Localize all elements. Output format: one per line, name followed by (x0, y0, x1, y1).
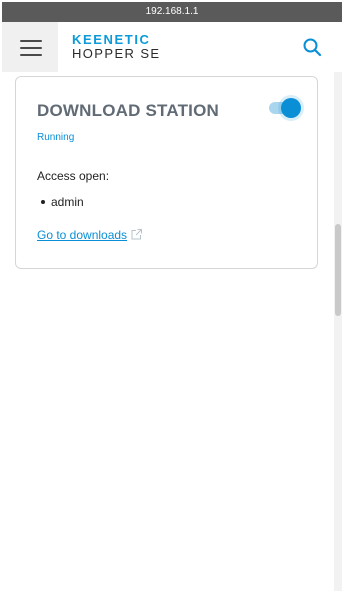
toggle-knob (281, 98, 301, 118)
logo-brand: KEENETIC (72, 32, 151, 47)
app-frame: 192.168.1.1 KEENETIC HOPPER SE DOWNLOAD … (2, 2, 342, 591)
external-link-icon[interactable] (130, 228, 143, 246)
list-item: admin (37, 195, 84, 209)
app-header: KEENETIC HOPPER SE (2, 22, 342, 72)
access-label: Access open: (37, 169, 110, 183)
scrollbar[interactable] (334, 72, 342, 591)
logo: KEENETIC HOPPER SE (72, 33, 160, 60)
enable-toggle[interactable] (265, 96, 305, 120)
card-title: DOWNLOAD STATION (37, 101, 219, 120)
logo-model: HOPPER SE (72, 46, 161, 61)
status-text: Running (37, 132, 75, 143)
main-content: DOWNLOAD STATION Running Access open: ad… (2, 72, 334, 591)
scrollbar-thumb[interactable] (335, 224, 341, 316)
address-bar[interactable]: 192.168.1.1 (2, 2, 342, 22)
bullet-icon (41, 199, 45, 204)
hamburger-menu-icon[interactable] (20, 40, 42, 56)
downloads-link-row: Go to downloads (37, 226, 143, 246)
go-to-downloads-link[interactable]: Go to downloads (37, 228, 127, 242)
search-icon[interactable] (302, 37, 322, 57)
download-station-card: DOWNLOAD STATION Running Access open: ad… (15, 76, 318, 269)
address-bar-url: 192.168.1.1 (145, 6, 199, 17)
menu-zone (2, 22, 58, 72)
user-list: admin (37, 195, 84, 209)
user-name: admin (51, 195, 84, 209)
